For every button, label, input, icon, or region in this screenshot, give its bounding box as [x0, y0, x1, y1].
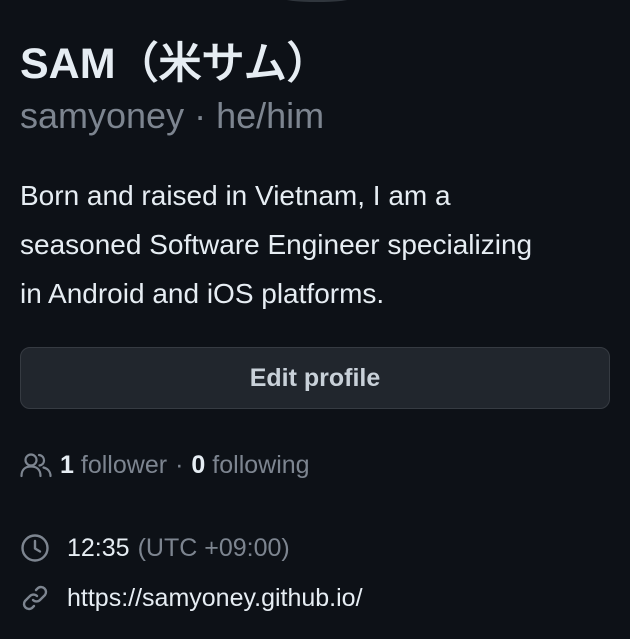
profile-display-name: SAM（米サム）: [20, 40, 330, 88]
bio-line: in Android and iOS platforms.: [20, 278, 385, 309]
following-count: 0: [191, 450, 206, 479]
bio-line: seasoned Software Engineer specializing: [20, 229, 533, 260]
website-link[interactable]: https://samyoney.github.io/: [67, 584, 363, 613]
clock-icon: [21, 534, 49, 562]
follow-stats: 1 follower · 0 following: [20, 447, 310, 483]
profile-bio: Born and raised in Vietnam, I am a seaso…: [20, 171, 620, 318]
followers-label: follower: [80, 450, 168, 479]
website-row: https://samyoney.github.io/: [20, 580, 363, 616]
followers-count: 1: [60, 450, 74, 479]
followers-link[interactable]: 1 follower: [60, 451, 167, 480]
bio-line: Born and raised in Vietnam, I am a: [20, 180, 451, 211]
timezone: (UTC +09:00): [137, 533, 290, 562]
profile-subtitle: samyoney · he/him: [20, 93, 324, 139]
edit-profile-button[interactable]: Edit profile: [20, 347, 610, 409]
link-icon: [22, 585, 48, 611]
profile-username: samyoney: [20, 95, 185, 136]
following-link[interactable]: 0 following: [191, 451, 309, 480]
following-label: following: [212, 450, 310, 479]
people-icon: [20, 453, 52, 478]
avatar-edge: [282, 0, 352, 2]
local-time-row: 12:35 (UTC +09:00): [20, 530, 290, 566]
local-time: 12:35: [67, 533, 130, 562]
subtitle-separator: ·: [194, 95, 207, 136]
profile-pronouns: he/him: [216, 95, 325, 136]
follow-separator: ·: [175, 450, 184, 479]
